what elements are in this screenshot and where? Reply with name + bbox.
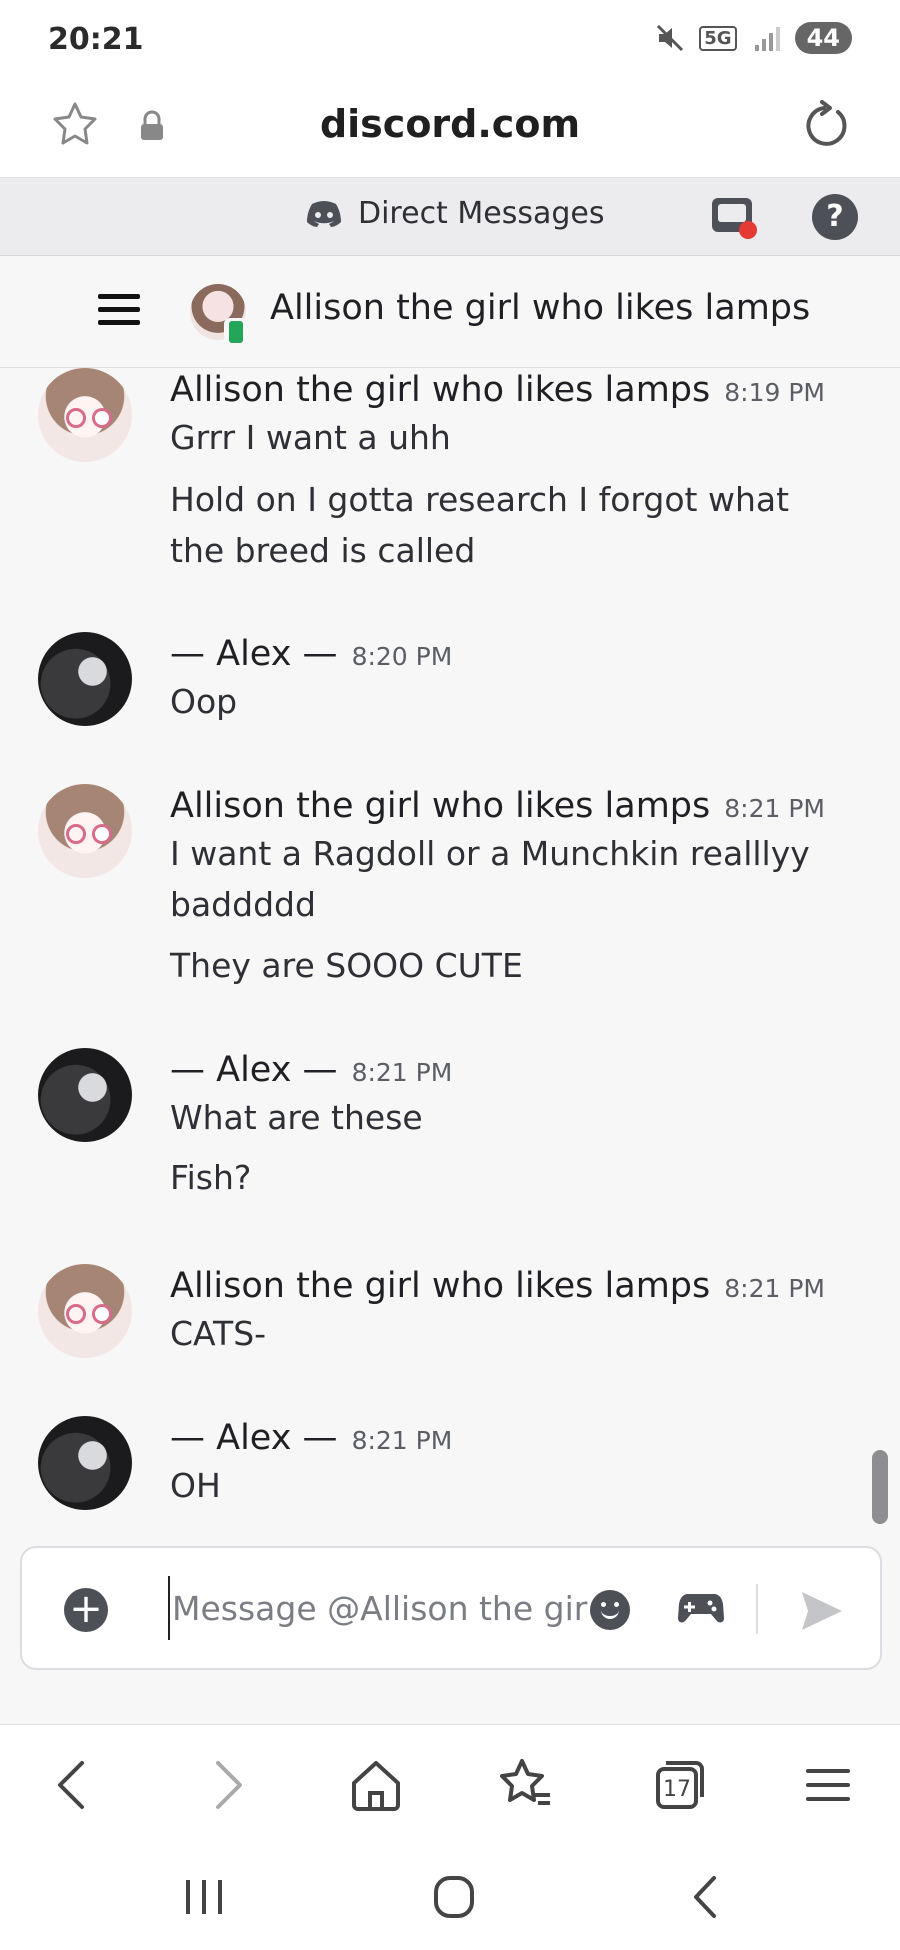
status-icons: 5G 44 xyxy=(655,22,852,54)
message-timestamp: 8:19 PM xyxy=(724,378,825,407)
system-navigation-bar xyxy=(0,1842,900,1950)
message-timestamp: 8:21 PM xyxy=(724,794,825,823)
browser-navigation-bar: 17 xyxy=(0,1724,900,1842)
battery-indicator: 44 xyxy=(794,22,852,54)
tabs-icon[interactable]: 17 xyxy=(648,1755,708,1815)
url-text[interactable]: discord.com xyxy=(0,102,900,146)
author-name[interactable]: Allison the girl who likes lamps xyxy=(170,1266,710,1306)
author-name[interactable]: Allison the girl who likes lamps xyxy=(170,786,710,826)
message-text: I want a Ragdoll or a Munchkin realllyy xyxy=(170,834,810,873)
dm-title-label: Direct Messages xyxy=(358,196,605,231)
system-back-icon[interactable] xyxy=(676,1872,736,1922)
gamepad-icon[interactable] xyxy=(678,1588,724,1628)
author-name[interactable]: — Alex — xyxy=(170,1418,338,1458)
avatar[interactable] xyxy=(38,368,132,462)
message-author[interactable]: Allison the girl who likes lamps 8:19 PM xyxy=(170,370,825,410)
message-timestamp: 8:20 PM xyxy=(351,642,453,671)
avatar[interactable] xyxy=(38,1264,132,1358)
back-icon[interactable] xyxy=(44,1755,104,1815)
add-attachment-button[interactable]: + xyxy=(64,1588,108,1632)
message-text: the breed is called xyxy=(170,531,476,570)
home-button-icon[interactable] xyxy=(424,1872,484,1922)
discord-logo-icon xyxy=(307,200,341,227)
home-icon[interactable] xyxy=(346,1755,406,1815)
channel-header: Allison the girl who likes lamps xyxy=(0,256,900,368)
message-list[interactable]: Allison the girl who likes lamps 8:19 PM … xyxy=(0,368,900,1548)
recent-apps-icon[interactable] xyxy=(174,1872,234,1922)
status-bar: 20:21 5G 44 xyxy=(0,0,900,80)
send-icon[interactable] xyxy=(798,1588,844,1634)
message-composer: + xyxy=(20,1546,882,1670)
scrollbar-thumb[interactable] xyxy=(872,1450,888,1524)
hamburger-menu-icon[interactable] xyxy=(98,294,140,330)
avatar[interactable] xyxy=(38,784,132,878)
message-timestamp: 8:21 PM xyxy=(724,1274,825,1303)
message-text: Oop xyxy=(170,682,238,721)
menu-icon[interactable] xyxy=(798,1755,858,1815)
message-text: What are these xyxy=(170,1098,423,1137)
message-timestamp: 8:21 PM xyxy=(351,1426,453,1455)
message-timestamp: 8:21 PM xyxy=(351,1058,453,1087)
bookmarks-icon[interactable] xyxy=(496,1755,556,1815)
message-input[interactable] xyxy=(168,1576,588,1640)
mobile-online-icon xyxy=(224,318,248,348)
message-text: CATS- xyxy=(170,1314,267,1353)
message-author[interactable]: — Alex — 8:21 PM xyxy=(170,1050,452,1090)
avatar[interactable] xyxy=(38,1048,132,1142)
emoji-icon[interactable] xyxy=(590,1590,630,1630)
forward-icon[interactable] xyxy=(196,1755,256,1815)
message-text: OH xyxy=(170,1466,221,1505)
author-name[interactable]: — Alex — xyxy=(170,634,338,674)
browser-address-bar: discord.com xyxy=(0,80,900,178)
network-type-label: 5G xyxy=(699,25,737,51)
message-text: baddddd xyxy=(170,885,316,924)
message-text: Fish? xyxy=(170,1158,252,1197)
composer-divider xyxy=(756,1584,758,1634)
message-text: Hold on I gotta research I forgot what xyxy=(170,480,790,519)
message-author[interactable]: — Alex — 8:21 PM xyxy=(170,1418,452,1458)
reload-icon[interactable] xyxy=(800,100,852,152)
author-name[interactable]: Allison the girl who likes lamps xyxy=(170,370,710,410)
dm-title[interactable]: Direct Messages xyxy=(306,196,604,231)
mute-icon xyxy=(657,24,684,52)
author-name[interactable]: — Alex — xyxy=(170,1050,338,1090)
channel-title: Allison the girl who likes lamps xyxy=(270,288,811,328)
dm-header: Direct Messages ? xyxy=(0,178,900,256)
signal-icon xyxy=(754,27,780,51)
message-author[interactable]: Allison the girl who likes lamps 8:21 PM xyxy=(170,1266,825,1306)
tabs-count: 17 xyxy=(663,1777,691,1802)
inbox-icon[interactable] xyxy=(710,196,758,240)
message-author[interactable]: Allison the girl who likes lamps 8:21 PM xyxy=(170,786,825,826)
avatar[interactable] xyxy=(38,632,132,726)
message-author[interactable]: — Alex — 8:20 PM xyxy=(170,634,452,674)
avatar[interactable] xyxy=(38,1416,132,1510)
status-time: 20:21 xyxy=(48,22,144,57)
message-text: They are SOOO CUTE xyxy=(170,946,523,985)
help-icon[interactable]: ? xyxy=(812,194,858,240)
message-text: Grrr I want a uhh xyxy=(170,418,451,457)
